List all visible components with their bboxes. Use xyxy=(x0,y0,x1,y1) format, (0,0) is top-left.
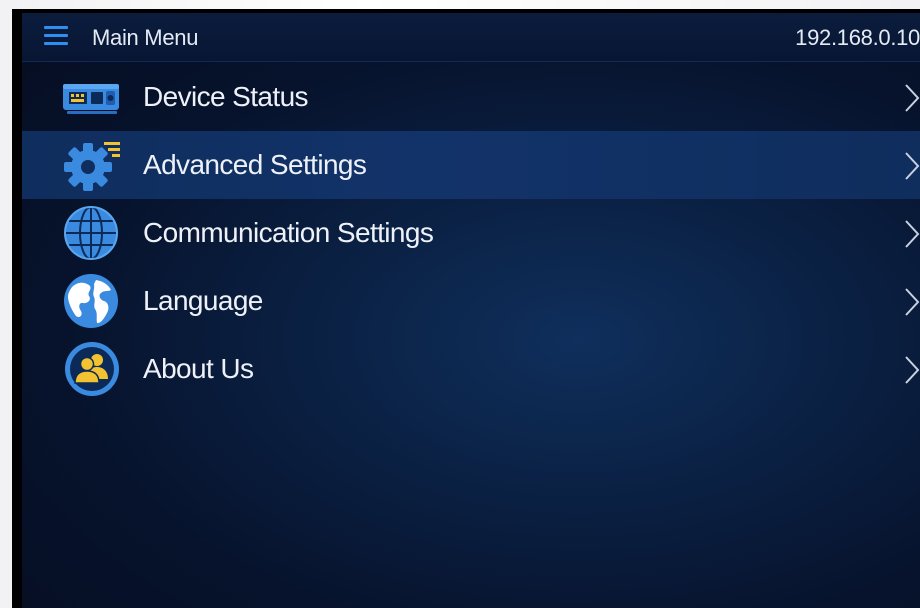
chevron-right-icon xyxy=(904,151,920,181)
page-title: Main Menu xyxy=(92,25,199,50)
menu-item-label: Advanced Settings xyxy=(143,149,367,180)
screen: Main Menu 192.168.0.10 Device Status Adv… xyxy=(22,13,920,608)
device-status-icon xyxy=(60,69,124,125)
hamburger-menu-icon[interactable] xyxy=(44,26,68,46)
top-bar: Main Menu 192.168.0.10 xyxy=(22,13,920,62)
menu-item-label: About Us xyxy=(143,353,254,384)
earth-icon xyxy=(60,273,124,329)
globe-grid-icon xyxy=(60,205,124,261)
menu-item-language[interactable]: Language xyxy=(22,267,920,335)
menu-item-advanced-settings[interactable]: Advanced Settings xyxy=(22,131,920,199)
stage: Main Menu 192.168.0.10 Device Status Adv… xyxy=(0,0,920,608)
users-icon xyxy=(60,341,124,397)
menu-item-about-us[interactable]: About Us xyxy=(22,335,920,403)
chevron-right-icon xyxy=(904,287,920,317)
chevron-right-icon xyxy=(904,355,920,385)
chevron-right-icon xyxy=(904,83,920,113)
menu-item-label: Communication Settings xyxy=(143,217,434,248)
ip-address: 192.168.0.10 xyxy=(795,25,920,50)
chevron-right-icon xyxy=(904,219,920,249)
menu-item-label: Language xyxy=(143,285,263,316)
menu-item-communication-settings[interactable]: Communication Settings xyxy=(22,199,920,267)
gear-icon xyxy=(60,137,124,193)
menu-item-device-status[interactable]: Device Status xyxy=(22,63,920,131)
menu-item-label: Device Status xyxy=(143,81,309,112)
main-menu-list: Device Status Advanced Settings Communic… xyxy=(22,63,920,403)
